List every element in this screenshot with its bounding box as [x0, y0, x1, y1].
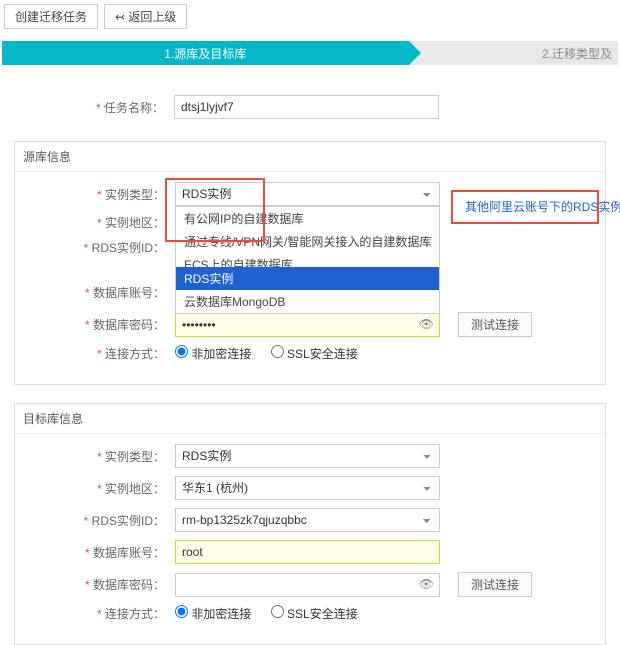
dropdown-option[interactable]: 云数据库MongoDB	[176, 290, 439, 313]
dropdown-option[interactable]: 通过专线/VPN网关/智能网关接入的自建数据库	[176, 230, 439, 253]
source-rds-id-label: RDS实例ID：	[25, 239, 175, 256]
source-conn-mode-label: 连接方式：	[25, 345, 175, 362]
wizard-step-1: 1.源库及目标库	[2, 41, 409, 65]
eye-icon[interactable]: 👁	[419, 577, 434, 591]
target-db-pw-label: 数据库密码：	[25, 576, 175, 593]
source-db-pw-input[interactable]	[175, 313, 440, 337]
target-conn-mode-label: 连接方式：	[25, 605, 175, 622]
target-db-user-label: 数据库账号：	[25, 544, 175, 561]
target-conn-mode-plain[interactable]: 非加密连接	[175, 607, 251, 621]
target-title: 目标库信息	[15, 404, 605, 434]
task-name-input[interactable]	[174, 95, 439, 119]
task-name-label: 任务名称：	[24, 99, 174, 116]
target-conn-mode-ssl[interactable]: SSL安全连接	[271, 607, 358, 621]
dropdown-option[interactable]: 有公网IP的自建数据库	[176, 207, 439, 230]
target-db-pw-input[interactable]	[175, 573, 440, 597]
target-instance-type-label: 实例类型：	[25, 448, 175, 465]
source-db-pw-label: 数据库密码：	[25, 316, 175, 333]
source-region-label: 实例地区：	[25, 214, 175, 231]
source-instance-type-dropdown: 有公网IP的自建数据库 通过专线/VPN网关/智能网关接入的自建数据库 ECS上…	[175, 206, 440, 314]
dropdown-option[interactable]: ECS上的自建数据库	[176, 253, 439, 267]
source-instance-type-select[interactable]: RDS实例	[175, 182, 440, 206]
source-panel: 源库信息 其他阿里云账号下的RDS实例 实例类型： RDS实例 有公网IP的自建…	[14, 141, 606, 385]
target-region-select[interactable]: 华东1 (杭州)	[175, 476, 440, 500]
target-panel: 目标库信息 实例类型： RDS实例 实例地区： 华东1 (杭州) RDS实例ID…	[14, 403, 606, 645]
source-conn-mode-plain[interactable]: 非加密连接	[175, 347, 251, 361]
create-task-button[interactable]: 创建迁移任务	[4, 4, 98, 29]
target-rds-id-select[interactable]: rm-bp1325zk7qjuzqbbc	[175, 508, 440, 532]
back-button[interactable]: ↢ 返回上级	[104, 4, 187, 29]
wizard-steps: 1.源库及目标库 2.迁移类型及	[2, 41, 618, 65]
wizard-step-2: 2.迁移类型及	[409, 45, 618, 62]
source-instance-type-label: 实例类型：	[25, 186, 175, 203]
dropdown-option-selected[interactable]: RDS实例	[176, 267, 439, 290]
target-rds-id-label: RDS实例ID：	[25, 512, 175, 529]
source-db-user-label: 数据库账号：	[25, 284, 175, 301]
source-test-connection-button[interactable]: 测试连接	[458, 312, 532, 337]
target-instance-type-select[interactable]: RDS实例	[175, 444, 440, 468]
eye-icon[interactable]: 👁	[419, 317, 434, 331]
target-db-user-input[interactable]	[175, 540, 440, 564]
source-conn-mode-ssl[interactable]: SSL安全连接	[271, 347, 358, 361]
target-region-label: 实例地区：	[25, 480, 175, 497]
source-title: 源库信息	[15, 142, 605, 172]
target-test-connection-button[interactable]: 测试连接	[458, 572, 532, 597]
